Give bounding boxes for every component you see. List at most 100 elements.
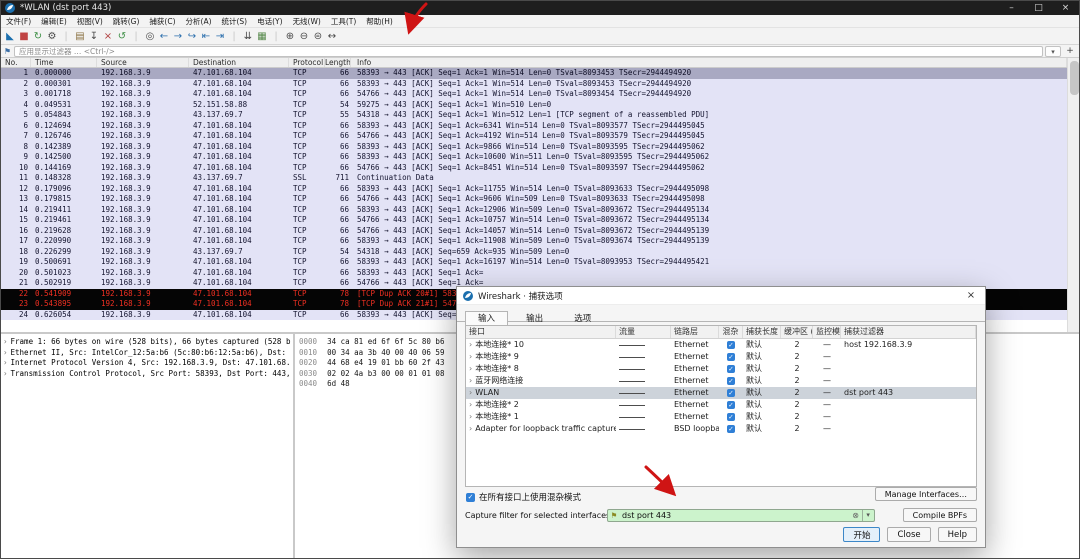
filter-bookmark-icon[interactable]: ⚑ [1, 47, 14, 56]
promiscuous-checkbox[interactable]: ✓ [727, 388, 735, 397]
capture-filter-clear-icon[interactable]: ⊗ [850, 511, 862, 520]
expander-icon[interactable]: › [469, 400, 472, 409]
menu-item[interactable]: 视图(V) [72, 15, 108, 28]
colorize-icon[interactable]: ▦ [255, 29, 269, 44]
promiscuous-checkbox[interactable]: ✓ [727, 340, 735, 349]
toolbar-separator[interactable]: | [227, 29, 241, 44]
menu-item[interactable]: 编辑(E) [36, 15, 72, 28]
detail-tree-line[interactable]: › Frame 1: 66 bytes on wire (528 bits), 6… [3, 337, 291, 348]
expander-icon[interactable]: › [469, 424, 472, 433]
interface-row[interactable]: › Adapter for loopback traffic capture BS… [466, 423, 976, 435]
menu-item[interactable]: 电话(Y) [252, 15, 287, 28]
detail-tree-line[interactable]: › Ethernet II, Src: IntelCor_12:5a:b6 (5c… [3, 348, 291, 359]
packet-row[interactable]: 8 0.142389 192.168.3.9 47.101.68.104 TCP… [1, 141, 1067, 152]
maximize-button[interactable]: □ [1025, 1, 1052, 15]
packet-row[interactable]: 6 0.124694 192.168.3.9 47.101.68.104 TCP… [1, 120, 1067, 131]
toolbar-separator[interactable]: | [269, 29, 283, 44]
auto-scroll-icon[interactable]: ⇊ [241, 29, 255, 44]
go-first-icon[interactable]: ⇤ [199, 29, 213, 44]
help-button[interactable]: Help [937, 527, 977, 542]
packet-row[interactable]: 9 0.142500 192.168.3.9 47.101.68.104 TCP… [1, 152, 1067, 163]
menu-item[interactable]: 帮助(H) [361, 15, 398, 28]
menu-item[interactable]: 工具(T) [326, 15, 361, 28]
menu-item[interactable]: 跳转(G) [108, 15, 145, 28]
packet-row[interactable]: 12 0.179096 192.168.3.9 47.101.68.104 TC… [1, 183, 1067, 194]
menu-item[interactable]: 捕获(C) [144, 15, 180, 28]
promiscuous-checkbox[interactable]: ✓ [727, 364, 735, 373]
col-time[interactable]: Time [31, 58, 97, 67]
interface-row[interactable]: › 本地连接* 9 Ethernet ✓ 默认 2 — [466, 351, 976, 363]
expander-icon[interactable]: › [3, 369, 8, 378]
toolbar-separator[interactable]: | [129, 29, 143, 44]
expander-icon[interactable]: › [469, 364, 472, 373]
menu-item[interactable]: 无线(W) [288, 15, 326, 28]
go-back-icon[interactable]: ← [157, 29, 171, 44]
packet-row[interactable]: 2 0.000301 192.168.3.9 47.101.68.104 TCP… [1, 78, 1067, 89]
col-promiscuous[interactable]: 混杂 [719, 326, 743, 338]
packet-row[interactable]: 15 0.219461 192.168.3.9 47.101.68.104 TC… [1, 215, 1067, 226]
col-interface[interactable]: 接口 [466, 326, 616, 338]
col-monitor[interactable]: 监控模 [813, 326, 841, 338]
capture-filter-dropdown-icon[interactable]: ▾ [861, 509, 874, 521]
minimize-button[interactable]: – [998, 1, 1025, 15]
col-buffer[interactable]: 缓冲区 (M [781, 326, 813, 338]
expander-icon[interactable]: › [3, 348, 8, 357]
expander-icon[interactable]: › [469, 388, 472, 397]
col-capture-filter[interactable]: 捕获过滤器 [841, 326, 976, 338]
zoom-in-icon[interactable]: ⊕ [283, 29, 297, 44]
menu-item[interactable]: 文件(F) [1, 15, 36, 28]
reload-file-icon[interactable]: ↺ [115, 29, 129, 44]
menu-item[interactable]: 统计(S) [217, 15, 253, 28]
packet-row[interactable]: 11 0.148328 192.168.3.9 43.137.69.7 SSL … [1, 173, 1067, 184]
expander-icon[interactable]: › [3, 358, 8, 367]
expander-icon[interactable]: › [469, 376, 472, 385]
filter-add-button[interactable]: + [1063, 46, 1077, 56]
packet-row[interactable]: 18 0.226299 192.168.3.9 43.137.69.7 TCP … [1, 246, 1067, 257]
zoom-out-icon[interactable]: ⊖ [297, 29, 311, 44]
packet-row[interactable]: 4 0.049531 192.168.3.9 52.151.58.88 TCP … [1, 99, 1067, 110]
interface-row[interactable]: › 本地连接* 2 Ethernet ✓ 默认 2 — [466, 399, 976, 411]
packet-row[interactable]: 3 0.001718 192.168.3.9 47.101.68.104 TCP… [1, 89, 1067, 100]
col-info[interactable]: Info [351, 58, 1067, 67]
interface-row[interactable]: › 本地连接* 1 Ethernet ✓ 默认 2 — [466, 411, 976, 423]
col-destination[interactable]: Destination [189, 58, 289, 67]
capture-filter-input[interactable]: ⚑ dst port 443 ⊗ ▾ [607, 508, 875, 522]
capture-filter-bookmark-icon[interactable]: ⚑ [608, 511, 620, 520]
packet-row[interactable]: 7 0.126746 192.168.3.9 47.101.68.104 TCP… [1, 131, 1067, 142]
packet-row[interactable]: 1 0.000000 192.168.3.9 47.101.68.104 TCP… [1, 68, 1067, 79]
toolbar-separator[interactable]: | [59, 29, 73, 44]
open-file-icon[interactable]: ▤ [73, 29, 87, 44]
find-packet-icon[interactable]: ◎ [143, 29, 157, 44]
col-traffic[interactable]: 流量 [616, 326, 671, 338]
scrollbar-thumb[interactable] [1070, 61, 1079, 95]
packet-list-scrollbar[interactable] [1067, 58, 1079, 332]
packet-row[interactable]: 20 0.501023 192.168.3.9 47.101.68.104 TC… [1, 267, 1067, 278]
interface-row[interactable]: › 本地连接* 8 Ethernet ✓ 默认 2 — [466, 363, 976, 375]
packet-row[interactable]: 13 0.179815 192.168.3.9 47.101.68.104 TC… [1, 194, 1067, 205]
expander-icon[interactable]: › [469, 340, 472, 349]
capture-options-icon[interactable]: ⚙ [45, 29, 59, 44]
filter-dropdown-icon[interactable]: ▾ [1045, 45, 1061, 57]
interface-row[interactable]: › 蓝牙网络连接 Ethernet ✓ 默认 2 — [466, 375, 976, 387]
close-button[interactable]: × [1052, 1, 1079, 15]
packet-row[interactable]: 17 0.220990 192.168.3.9 47.101.68.104 TC… [1, 236, 1067, 247]
promiscuous-checkbox[interactable]: ✓ [727, 424, 735, 433]
packet-row[interactable]: 16 0.219628 192.168.3.9 47.101.68.104 TC… [1, 225, 1067, 236]
promiscuous-checkbox[interactable]: ✓ [727, 352, 735, 361]
packet-row[interactable]: 19 0.500691 192.168.3.9 47.101.68.104 TC… [1, 257, 1067, 268]
display-filter-input[interactable]: 应用显示过滤器 … <Ctrl-/> [14, 45, 1043, 57]
zoom-reset-icon[interactable]: ⊜ [311, 29, 325, 44]
restart-capture-icon[interactable]: ↻ [31, 29, 45, 44]
col-no[interactable]: No. [1, 58, 31, 67]
close-file-icon[interactable]: × [101, 29, 115, 44]
promiscuous-all-checkbox[interactable]: ✓ [466, 492, 475, 502]
promiscuous-checkbox[interactable]: ✓ [727, 412, 735, 421]
expander-icon[interactable]: › [469, 352, 472, 361]
expander-icon[interactable]: › [469, 412, 472, 421]
dialog-close-button[interactable]: × [957, 287, 985, 305]
interface-row[interactable]: › 本地连接* 10 Ethernet ✓ 默认 2 — host 192.168… [466, 339, 976, 351]
col-protocol[interactable]: Protocol [289, 58, 325, 67]
expander-icon[interactable]: › [3, 337, 8, 346]
stop-capture-icon[interactable]: ■ [17, 29, 31, 44]
go-to-packet-icon[interactable]: ↪ [185, 29, 199, 44]
